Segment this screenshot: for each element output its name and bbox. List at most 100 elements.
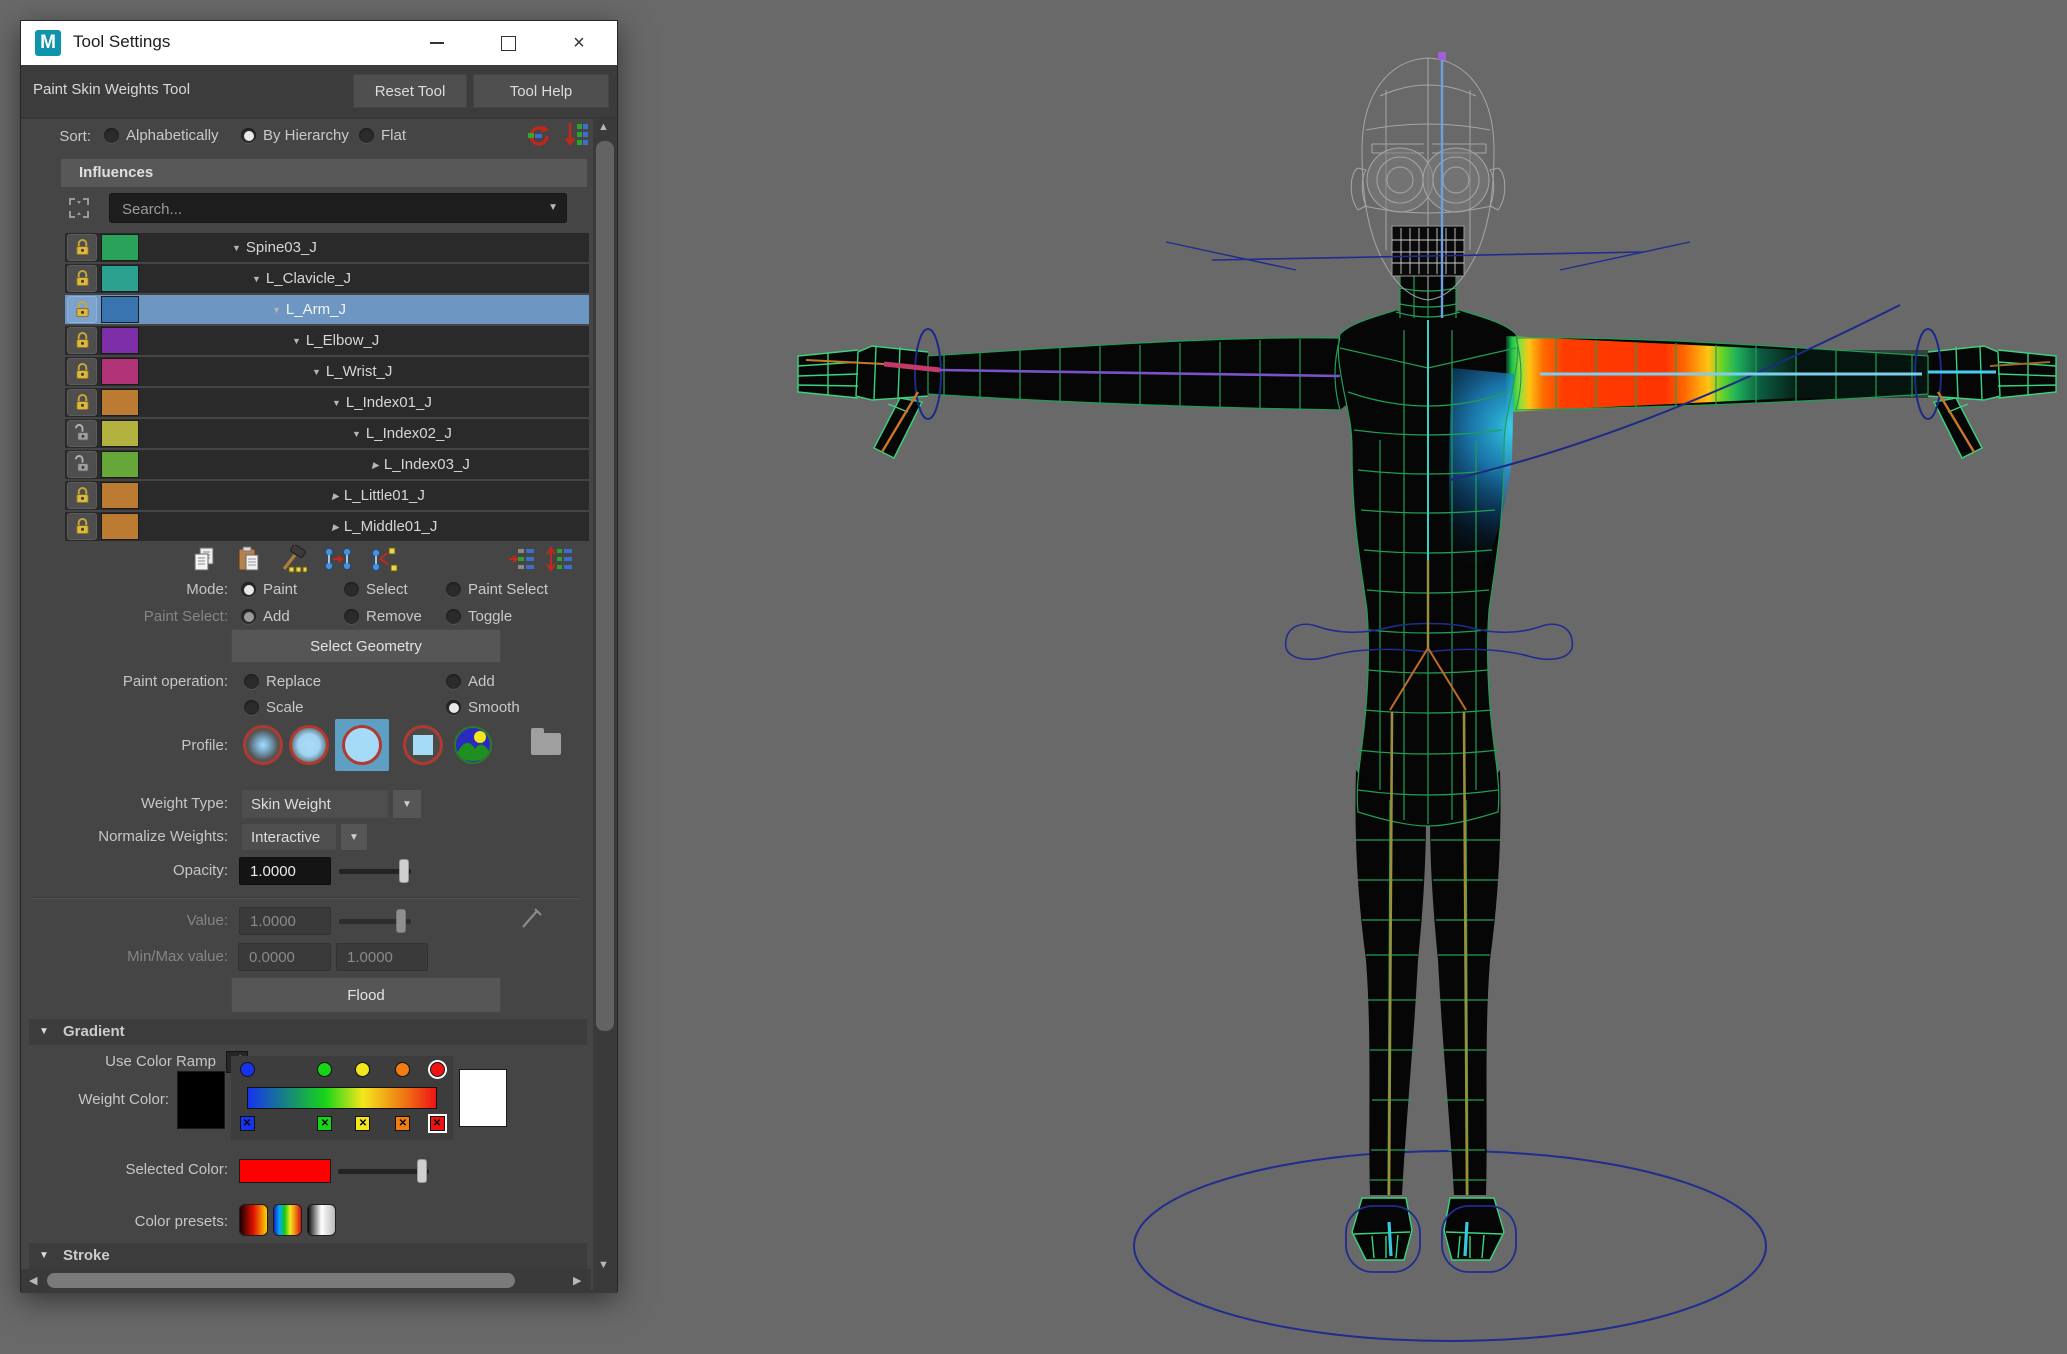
mode-paint-radio[interactable] [241, 582, 256, 597]
joint-color-swatch[interactable] [101, 234, 139, 261]
gradient-section-header[interactable]: ▼ Gradient [29, 1019, 587, 1045]
brush-square-icon[interactable] [403, 725, 443, 765]
expand-triangle-icon[interactable]: ▼ [352, 420, 361, 449]
influence-row[interactable]: ▼L_Index01_J [65, 388, 589, 417]
paint-op-add-radio[interactable] [446, 674, 461, 689]
paint-select-remove-radio[interactable] [344, 609, 359, 624]
joint-color-swatch[interactable] [101, 265, 139, 292]
eyedropper-icon[interactable] [519, 905, 545, 931]
expand-triangle-icon[interactable]: ▼ [332, 389, 341, 418]
lock-toggle[interactable] [67, 358, 97, 385]
brush-soft-icon[interactable] [289, 725, 329, 765]
copy-weights-icon[interactable] [191, 545, 219, 573]
scroll-down-icon[interactable]: ▼ [598, 1259, 609, 1271]
joint-color-swatch[interactable] [101, 389, 139, 416]
weight-type-dropdown-arrow[interactable]: ▼ [392, 789, 422, 819]
stroke-section-header[interactable]: ▼ Stroke [29, 1243, 587, 1269]
ramp-stop-delete[interactable]: ✕ [355, 1116, 370, 1131]
ramp-stop-delete[interactable]: ✕ [317, 1116, 332, 1131]
horizontal-scroll-thumb[interactable] [47, 1273, 515, 1288]
show-influences-ordered-icon[interactable] [507, 545, 535, 573]
show-selected-influences-icon[interactable] [545, 545, 573, 573]
sort-flat-radio[interactable] [359, 128, 374, 143]
vertical-scroll-thumb[interactable] [596, 141, 614, 1031]
select-geometry-button[interactable]: Select Geometry [231, 629, 501, 663]
ramp-stop-handle[interactable] [395, 1062, 410, 1077]
minimize-button[interactable] [417, 21, 457, 65]
paint-op-scale-radio[interactable] [244, 700, 259, 715]
ramp-stop-handle[interactable] [317, 1062, 332, 1077]
lock-toggle[interactable] [67, 296, 97, 323]
ramp-stop-delete[interactable]: ✕ [430, 1116, 445, 1131]
paint-op-smooth-radio[interactable] [446, 700, 461, 715]
browse-profile-folder-icon[interactable] [531, 733, 561, 755]
color-preset-grayscale[interactable] [307, 1204, 336, 1236]
lock-toggle[interactable] [67, 482, 97, 509]
lock-toggle[interactable] [67, 451, 97, 478]
selected-color-slider-track[interactable] [338, 1169, 429, 1174]
search-input[interactable] [120, 196, 524, 222]
title-bar[interactable]: M Tool Settings × [21, 21, 617, 65]
scroll-up-icon[interactable]: ▲ [598, 121, 609, 133]
vertical-scrollbar[interactable]: ▲ ▼ [593, 119, 617, 1293]
lock-toggle[interactable] [67, 234, 97, 261]
mode-paint-select-radio[interactable] [446, 582, 461, 597]
ramp-stop-handle[interactable] [430, 1062, 445, 1077]
joint-color-swatch[interactable] [101, 513, 139, 540]
chevron-down-icon[interactable]: ▼ [548, 202, 558, 213]
influence-row[interactable]: ▼L_Clavicle_J [65, 264, 589, 293]
influence-row[interactable]: ▼L_Arm_J [65, 295, 589, 324]
lock-toggle[interactable] [67, 420, 97, 447]
expand-triangle-icon[interactable]: ▼ [252, 265, 261, 294]
collapse-triangle-icon[interactable]: ▼ [39, 1019, 49, 1045]
expand-triangle-icon[interactable]: ▼ [232, 234, 241, 263]
weight-hammer-icon[interactable] [279, 545, 307, 573]
value-field[interactable]: 1.0000 [239, 907, 331, 935]
brush-ramp-icon[interactable] [453, 725, 493, 765]
sort-alphabetically-radio[interactable] [104, 128, 119, 143]
paste-weights-icon[interactable] [235, 545, 263, 573]
min-value-field[interactable]: 0.0000 [238, 943, 331, 971]
sort-order-icon[interactable] [564, 121, 590, 151]
expand-triangle-icon[interactable]: ▼ [312, 358, 321, 387]
expand-triangle-icon[interactable]: ▼ [272, 296, 281, 325]
tool-help-button[interactable]: Tool Help [473, 74, 609, 108]
ramp-stop-delete[interactable]: ✕ [395, 1116, 410, 1131]
value-slider-handle[interactable] [396, 909, 406, 933]
expand-triangle-icon[interactable]: ▼ [292, 327, 301, 356]
color-preset-rainbow[interactable] [273, 1204, 302, 1236]
color-ramp-editor[interactable]: ✕ ✕ ✕ ✕ ✕ [231, 1056, 453, 1140]
weight-type-dropdown[interactable]: Skin Weight [241, 789, 389, 819]
joint-color-swatch[interactable] [101, 482, 139, 509]
paint-select-add-radio[interactable] [241, 609, 256, 624]
influence-search[interactable]: ▼ [109, 193, 567, 223]
expand-triangle-icon[interactable]: ▶ [332, 482, 339, 511]
ramp-gradient-bar[interactable] [247, 1087, 437, 1109]
move-weights-locked-icon[interactable] [370, 545, 398, 573]
mode-select-radio[interactable] [344, 582, 359, 597]
select-brackets-icon[interactable] [67, 196, 91, 220]
joint-color-swatch[interactable] [101, 358, 139, 385]
paint-op-replace-radio[interactable] [244, 674, 259, 689]
ramp-stop-delete[interactable]: ✕ [240, 1116, 255, 1131]
opacity-field[interactable]: 1.0000 [239, 857, 331, 885]
brush-solid-icon[interactable] [342, 725, 382, 765]
horizontal-scrollbar[interactable]: ◀ ▶ [21, 1269, 591, 1293]
close-button[interactable]: × [559, 21, 599, 65]
influence-row[interactable]: ▼Spine03_J [65, 233, 589, 262]
lock-toggle[interactable] [67, 513, 97, 540]
brush-solid-selected-tile[interactable] [335, 719, 389, 771]
expand-triangle-icon[interactable]: ▶ [372, 451, 379, 480]
lock-toggle[interactable] [67, 265, 97, 292]
collapse-triangle-icon[interactable]: ▼ [39, 1243, 49, 1269]
scroll-right-icon[interactable]: ▶ [573, 1274, 581, 1287]
color-preset-heat[interactable] [239, 1204, 268, 1236]
normalize-weights-dropdown-arrow[interactable]: ▼ [340, 823, 368, 851]
selected-color-swatch[interactable] [239, 1159, 331, 1183]
paint-select-toggle-radio[interactable] [446, 609, 461, 624]
normalize-weights-dropdown[interactable]: Interactive [241, 823, 337, 851]
reset-tool-button[interactable]: Reset Tool [353, 74, 467, 108]
flood-button[interactable]: Flood [231, 977, 501, 1013]
sort-by-hierarchy-radio[interactable] [241, 128, 256, 143]
opacity-slider-handle[interactable] [399, 859, 409, 883]
